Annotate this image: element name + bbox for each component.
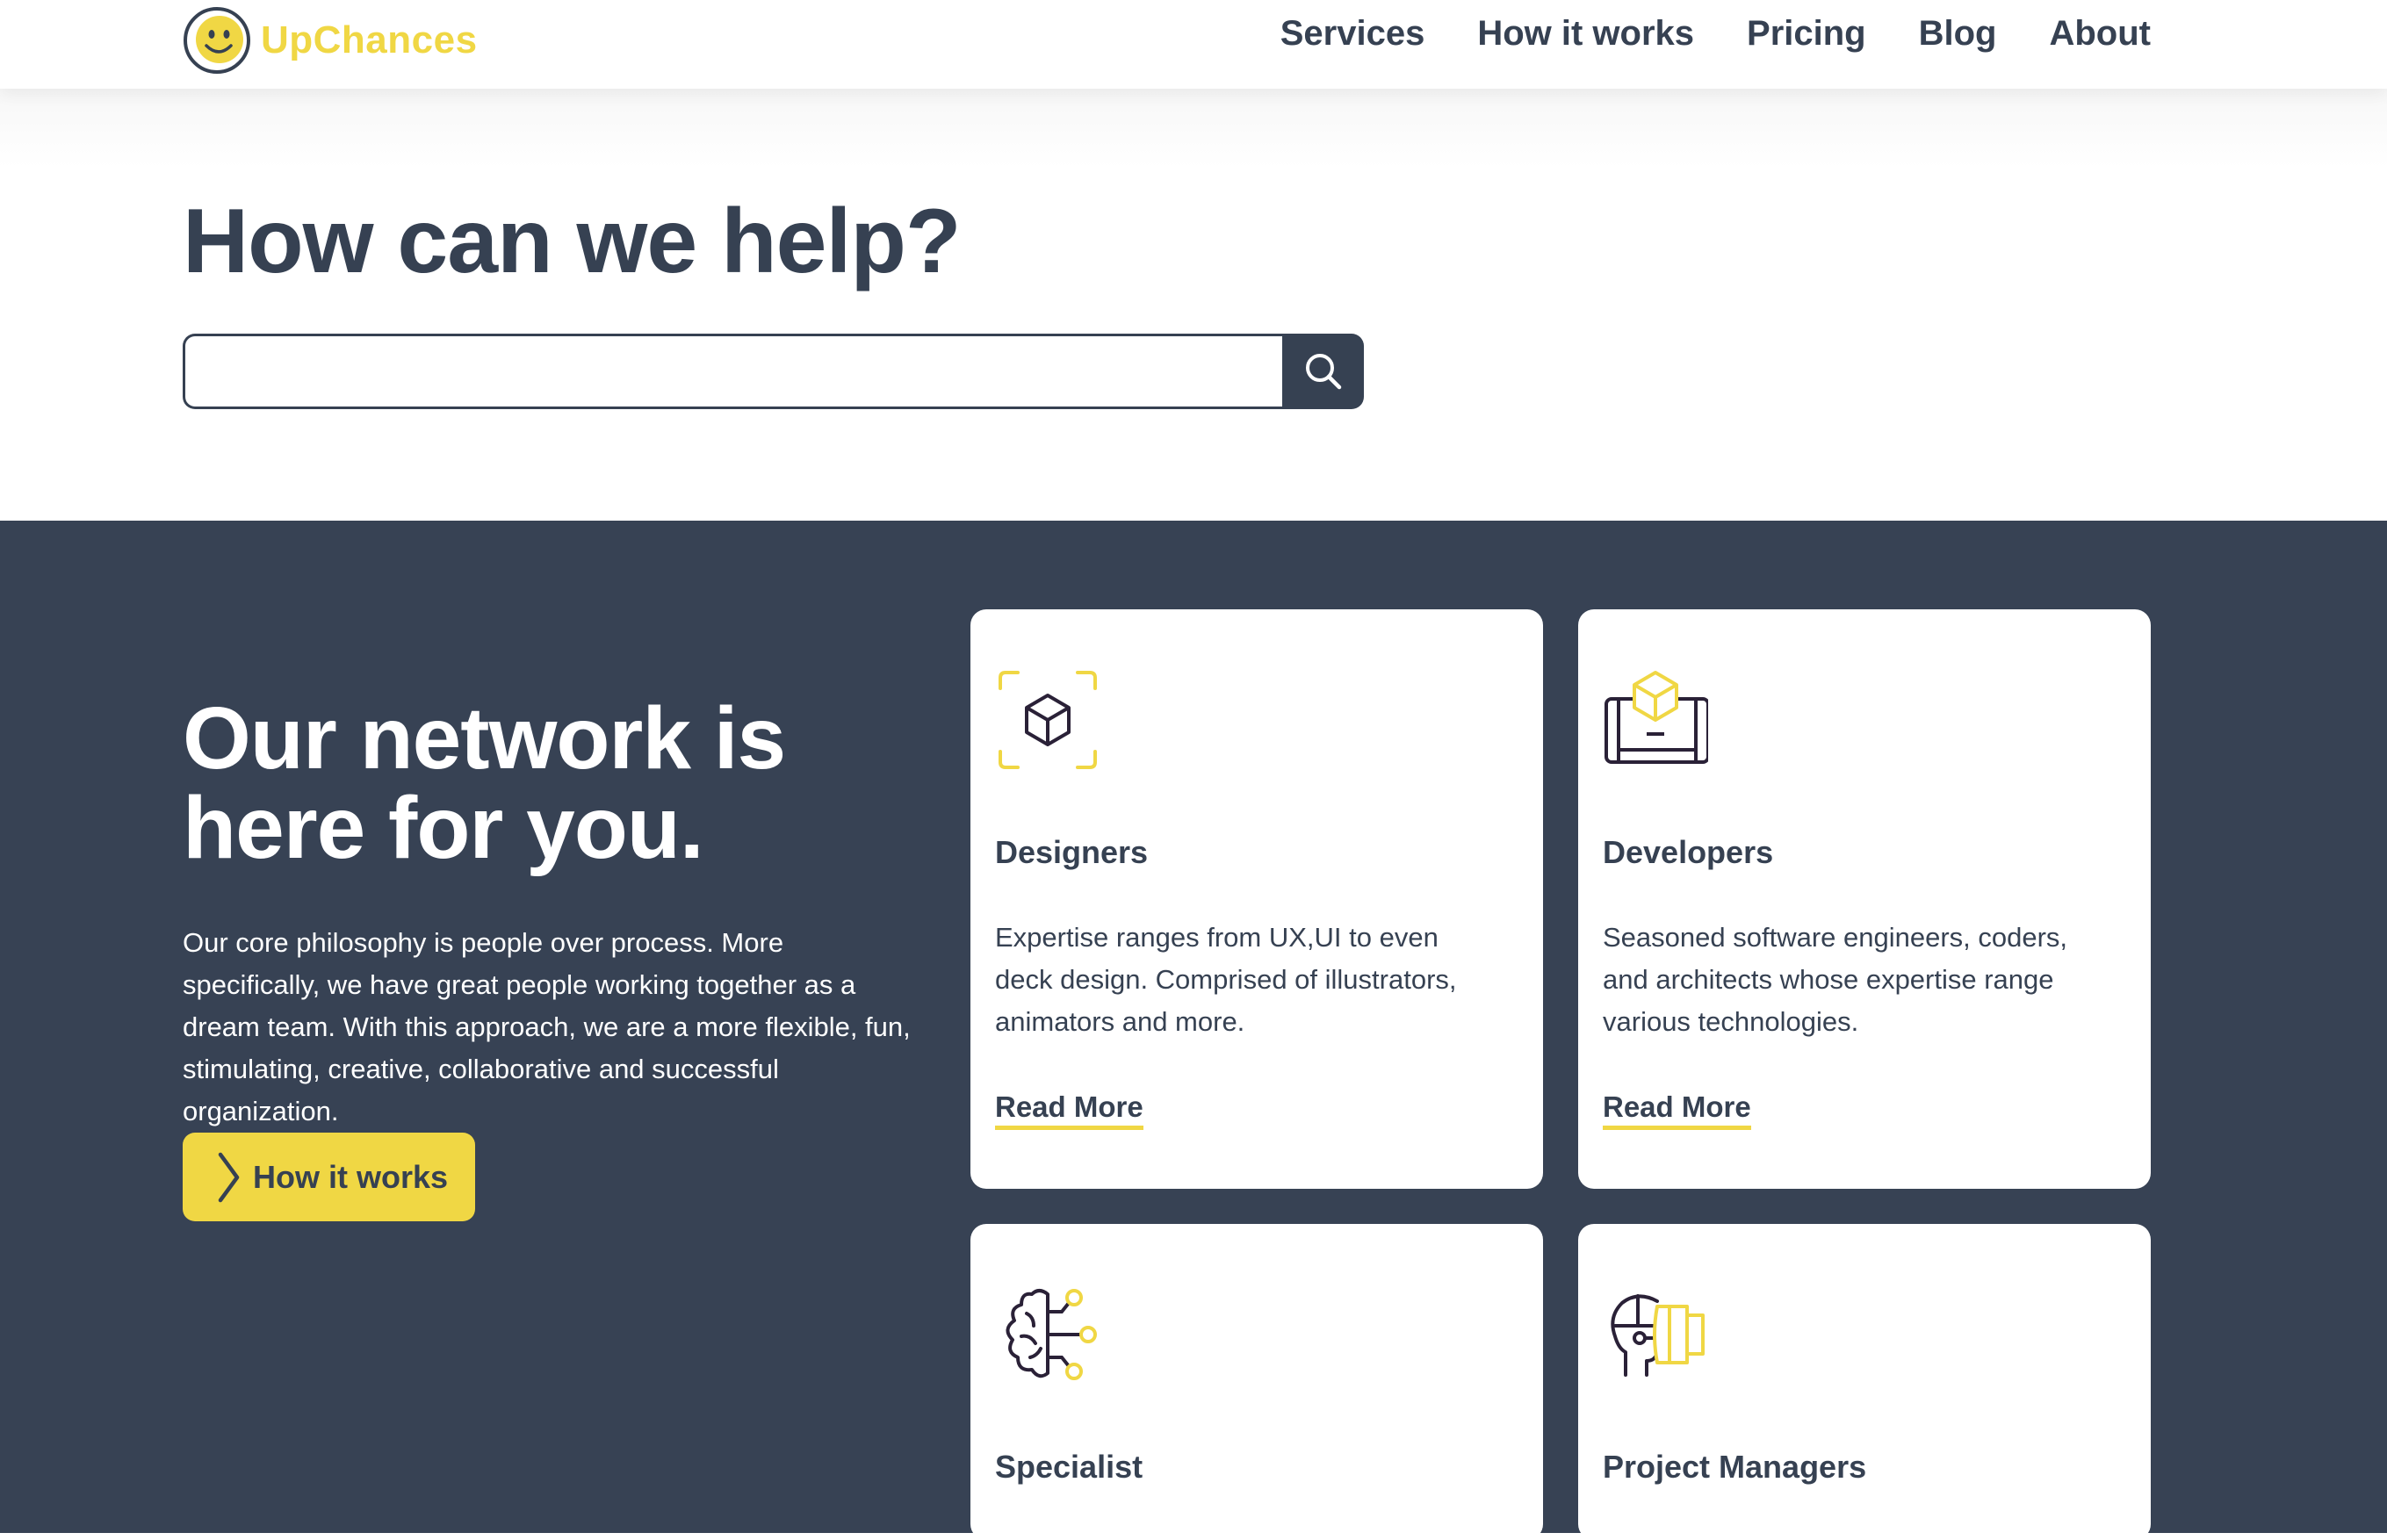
- card-project-managers: Project Managers: [1578, 1224, 2151, 1540]
- how-it-works-button-label: How it works: [253, 1158, 449, 1195]
- design-cube-icon: [999, 671, 1097, 769]
- search-bar: [183, 334, 1364, 409]
- card-title: Project Managers: [1603, 1449, 1867, 1485]
- network-description: Our core philosophy is people over proce…: [183, 927, 911, 1126]
- nav-pricing[interactable]: Pricing: [1747, 14, 1866, 54]
- card-description: Seasoned software engineers, coders, and…: [1603, 922, 2068, 1037]
- search-button[interactable]: [1282, 334, 1364, 409]
- logo-text: UpChances: [261, 18, 478, 61]
- card-title: Specialist: [995, 1449, 1143, 1485]
- nav-about[interactable]: About: [2049, 14, 2151, 54]
- site-header: UpChances Services How it works Pricing …: [0, 0, 2387, 89]
- card-specialist: Specialist: [970, 1224, 1543, 1540]
- card-description: Expertise ranges from UX,UI to even deck…: [995, 922, 1457, 1037]
- nav-services[interactable]: Services: [1280, 14, 1425, 54]
- network-title: Our network is here for you.: [183, 689, 786, 877]
- magnifier-icon: [1305, 354, 1341, 390]
- main-nav: Services How it works Pricing Blog About: [1280, 14, 2151, 54]
- smiley-logo-icon: [184, 7, 250, 74]
- vr-headset-icon: [1611, 1294, 1705, 1377]
- card-developers: Developers Seasoned software engineers, …: [1578, 609, 2151, 1189]
- search-input[interactable]: [183, 334, 1282, 409]
- brain-circuit-icon: [1006, 1289, 1097, 1380]
- nav-blog[interactable]: Blog: [1919, 14, 1997, 54]
- card-designers: Designers Expertise ranges from UX,UI to…: [970, 609, 1543, 1189]
- how-it-works-button[interactable]: How it works: [183, 1133, 475, 1221]
- card-title: Developers: [1603, 834, 1774, 870]
- read-more-link[interactable]: Read More: [995, 1090, 1143, 1130]
- hero-section: [0, 89, 2387, 521]
- hero-title: How can we help?: [183, 191, 961, 292]
- logo[interactable]: UpChances: [182, 4, 478, 77]
- read-more-link[interactable]: Read More: [1603, 1090, 1751, 1130]
- nav-how-it-works[interactable]: How it works: [1477, 14, 1694, 54]
- developer-device-icon: [1605, 671, 1708, 764]
- card-title: Designers: [995, 834, 1149, 870]
- chevron-right-icon: [218, 1152, 240, 1202]
